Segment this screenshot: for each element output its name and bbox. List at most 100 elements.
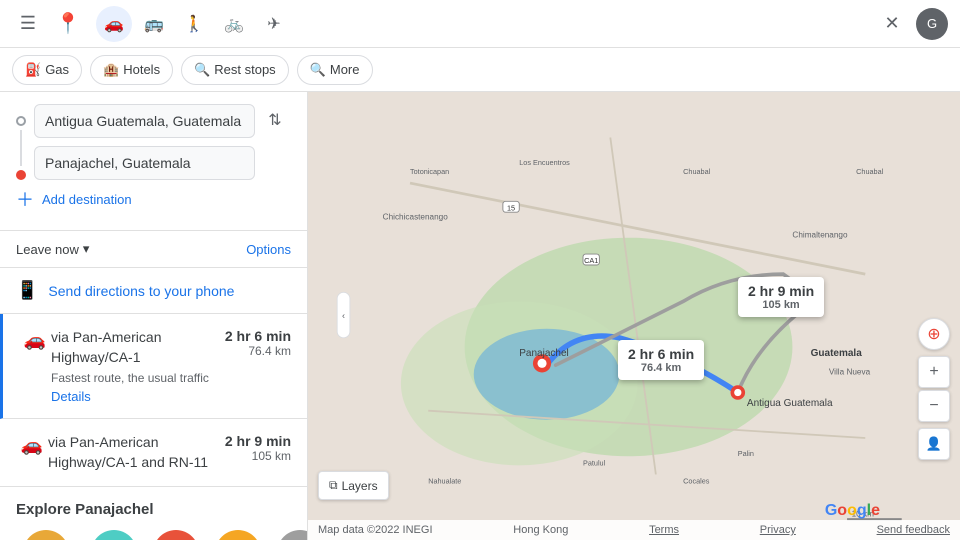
svg-text:15: 15 [507, 203, 515, 212]
transit-mode[interactable]: 🚌 [136, 6, 172, 42]
gas-filter[interactable]: ⛽ Gas [12, 55, 82, 85]
add-icon: ＋ [16, 186, 34, 212]
svg-text:Los Encuentros: Los Encuentros [519, 158, 570, 167]
flight-mode[interactable]: ✈ [256, 6, 292, 42]
hotels-icon: 🏨 [103, 62, 119, 78]
svg-text:Guatemala: Guatemala [811, 348, 863, 359]
explore-title: Explore Panajachel [16, 501, 291, 518]
menu-icon[interactable]: ☰ [12, 8, 44, 40]
compass-button[interactable]: ⊕ [918, 318, 950, 350]
filter-bar: ⛽ Gas 🏨 Hotels 🔍 Rest stops 🔍 More [0, 48, 960, 92]
restaurants-icon: 🍴 [23, 530, 69, 540]
maps-logo: 📍 [52, 8, 84, 40]
tooltip-time-1: 2 hr 6 min [628, 346, 694, 362]
explore-section: Explore Panajachel 🍴 Restaurants 🏨 Hotel… [0, 487, 307, 540]
svg-text:Villa Nueva: Villa Nueva [829, 367, 871, 376]
swap-button[interactable]: ⇅ [259, 104, 291, 136]
tooltip-dist-1: 76.4 km [641, 362, 681, 374]
privacy-link[interactable]: Privacy [760, 524, 796, 536]
route-tooltip-1: 2 hr 6 min 76.4 km [618, 340, 704, 380]
hotels-filter[interactable]: 🏨 Hotels [90, 55, 173, 85]
dest-dot [16, 170, 26, 180]
directions-to-phone[interactable]: 📱 Send directions to your phone [0, 268, 307, 314]
svg-text:Chuabal: Chuabal [856, 167, 883, 176]
route-line [20, 130, 22, 166]
more-explore-icon: ··· [277, 530, 308, 540]
rest-icon: 🔍 [194, 62, 210, 78]
leave-now-bar: Leave now ▾ Options [0, 231, 307, 268]
top-bar: ☰ 📍 🚗 🚌 🚶 🚲 ✈ ✕ G [0, 0, 960, 48]
add-label: Add destination [42, 192, 132, 207]
phone-icon: 📱 [16, 280, 38, 301]
route-time-2: 2 hr 9 min [225, 433, 291, 449]
leave-now-label: Leave now [16, 242, 79, 257]
map-controls: ⊕ + − 👤 [918, 318, 950, 460]
svg-text:Totonicapan: Totonicapan [410, 167, 449, 176]
svg-text:Chichicastenango: Chichicastenango [383, 212, 449, 221]
leave-now-chevron: ▾ [83, 241, 90, 257]
gas-label: Gas [45, 62, 69, 77]
hotels-label: Hotels [123, 62, 160, 77]
route-car-icon-2: 🚗 [21, 435, 43, 456]
route-car-icon-1: 🚗 [24, 330, 46, 351]
route-badge-1: Fastest route, the usual traffic [51, 371, 225, 385]
explore-restaurants[interactable]: 🍴 Restaurants [16, 530, 75, 540]
origin-input[interactable]: Antigua Guatemala, Guatemala [34, 104, 255, 138]
svg-text:Panajachel: Panajachel [519, 348, 568, 359]
profile-avatar[interactable]: G [916, 8, 948, 40]
route-item-1[interactable]: 🚗 via Pan-American Highway/CA-1 Fastest … [0, 314, 307, 419]
rest-label: Rest stops [214, 62, 275, 77]
sidebar: Antigua Guatemala, Guatemala Panajachel,… [0, 92, 308, 540]
route-dist-2: 105 km [225, 449, 291, 463]
zoom-out-button[interactable]: − [918, 390, 950, 422]
map-area[interactable]: Antigua Guatemala Panajachel Chichicaste… [308, 92, 960, 540]
svg-text:Chimaltenango: Chimaltenango [792, 231, 848, 240]
drive-mode[interactable]: 🚗 [96, 6, 132, 42]
route-name-2: via Pan-American Highway/CA-1 and RN-11 [48, 433, 225, 472]
layers-label: Layers [342, 479, 378, 493]
map-bottom-bar: Map data ©2022 INEGI Hong Kong Terms Pri… [308, 520, 960, 540]
svg-text:Patulul: Patulul [583, 458, 606, 467]
terms-link[interactable]: Terms [649, 524, 679, 536]
svg-text:‹: ‹ [342, 311, 345, 321]
map-svg: Antigua Guatemala Panajachel Chichicaste… [308, 92, 960, 540]
dir-phone-label: Send directions to your phone [48, 283, 234, 299]
street-view-button[interactable]: 👤 [918, 428, 950, 460]
tooltip-dist-2: 105 km [762, 299, 799, 311]
add-destination[interactable]: ＋ Add destination [16, 180, 291, 218]
more-icon: 🔍 [310, 62, 326, 78]
more-label: More [330, 62, 360, 77]
layers-button[interactable]: ⧉ Layers [318, 471, 389, 500]
route-details-link-1[interactable]: Details [51, 389, 225, 404]
explore-hotels[interactable]: 🏨 Hotels [91, 530, 137, 540]
parking-icon: P [215, 530, 261, 540]
layers-icon: ⧉ [329, 478, 338, 493]
destination-input[interactable]: Panajachel, Guatemala [34, 146, 255, 180]
options-button[interactable]: Options [246, 242, 291, 257]
svg-text:CA1: CA1 [584, 256, 598, 265]
explore-gas[interactable]: ⛽ Gas stations [153, 530, 199, 540]
more-filter[interactable]: 🔍 More [297, 55, 373, 85]
walk-mode[interactable]: 🚶 [176, 6, 212, 42]
feedback-link[interactable]: Send feedback [877, 524, 950, 536]
close-button[interactable]: ✕ [876, 8, 908, 40]
explore-parking[interactable]: P Parking Lots [215, 530, 261, 540]
route-item-2[interactable]: 🚗 via Pan-American Highway/CA-1 and RN-1… [0, 419, 307, 487]
gas-icon: ⛽ [25, 62, 41, 78]
map-region: Hong Kong [513, 524, 568, 536]
cycle-mode[interactable]: 🚲 [216, 6, 252, 42]
route-time-1: 2 hr 6 min [225, 328, 291, 344]
zoom-in-button[interactable]: + [918, 356, 950, 388]
explore-more[interactable]: ··· More [277, 530, 308, 540]
gas-explore-icon: ⛽ [153, 530, 199, 540]
google-logo: Google [825, 502, 880, 520]
leave-now-button[interactable]: Leave now ▾ [16, 241, 89, 257]
route-name-1: via Pan-American Highway/CA-1 [51, 328, 225, 367]
map-copyright: Map data ©2022 INEGI [318, 524, 433, 536]
svg-text:Chuabal: Chuabal [683, 167, 710, 176]
svg-text:Nahualate: Nahualate [428, 477, 461, 486]
main-content: Antigua Guatemala, Guatemala Panajachel,… [0, 92, 960, 540]
svg-text:Cocales: Cocales [683, 477, 710, 486]
tooltip-time-2: 2 hr 9 min [748, 283, 814, 299]
rest-stops-filter[interactable]: 🔍 Rest stops [181, 55, 289, 85]
